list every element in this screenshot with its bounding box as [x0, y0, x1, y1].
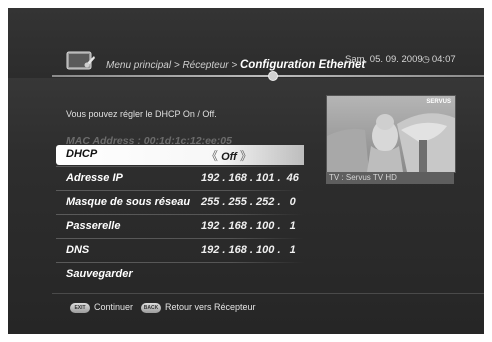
subnet-mask-label: Masque de sous réseau: [66, 196, 191, 208]
breadcrumb-parent: Récepteur: [182, 60, 229, 71]
row-divider: [56, 166, 304, 167]
footer-exit[interactable]: EXIT Continuer: [70, 300, 133, 314]
setting-row-subnet-mask[interactable]: Masque de sous réseau 255 . 255 . 252 . …: [56, 193, 304, 213]
save-button[interactable]: Sauvegarder: [56, 265, 304, 285]
breadcrumb-separator: >: [228, 60, 240, 71]
subnet-mask-value: 255 . 255 . 252 . 0: [201, 196, 296, 208]
time-value: 04:07: [431, 54, 456, 65]
breadcrumb-separator: >: [171, 60, 183, 71]
screen: Menu principal > Récepteur > Configurati…: [8, 8, 484, 334]
tv-settings-icon: [66, 51, 95, 70]
row-divider: [56, 262, 304, 263]
exit-key-icon: EXIT: [70, 302, 90, 313]
save-label: Sauvegarder: [66, 268, 133, 280]
chevron-right-icon[interactable]: 》: [240, 149, 252, 163]
back-label: Retour vers Récepteur: [165, 302, 256, 312]
setting-row-ip[interactable]: Adresse IP 192 . 168 . 101 . 46: [56, 169, 304, 189]
breadcrumb-root: Menu principal: [106, 60, 172, 71]
row-divider: [56, 238, 304, 239]
footer-divider: [52, 293, 484, 294]
dhcp-label: DHCP: [66, 148, 98, 160]
row-divider: [56, 214, 304, 215]
setting-row-dns[interactable]: DNS 192 . 168 . 100 . 1: [56, 241, 304, 261]
tv-preview: SERVUS: [326, 95, 456, 173]
setting-row-gateway[interactable]: Passerelle 192 . 168 . 100 . 1: [56, 217, 304, 237]
back-key-icon: BACK: [141, 302, 161, 313]
gateway-value: 192 . 168 . 100 . 1: [201, 220, 296, 232]
clock-display: ◷ 04:07: [422, 54, 456, 65]
ip-value: 192 . 168 . 101 . 46: [201, 172, 299, 184]
chevron-left-icon[interactable]: 《: [206, 149, 218, 163]
preview-caption: TV : Servus TV HD: [326, 172, 454, 184]
clock-icon: ◷: [422, 54, 430, 64]
help-text: Vous pouvez régler le DHCP On / Off.: [66, 109, 217, 119]
setting-row-dhcp[interactable]: DHCP 《 Off 》: [56, 145, 304, 165]
dhcp-selector[interactable]: 《 Off 》: [206, 147, 252, 164]
header-indicator-dot: [268, 71, 278, 81]
row-divider: [56, 190, 304, 191]
date-display: Sam, 05. 09. 2009: [345, 54, 423, 65]
preview-image: [327, 96, 455, 172]
channel-logo: SERVUS: [426, 99, 451, 105]
breadcrumb: Menu principal > Récepteur > Configurati…: [106, 59, 365, 71]
dns-value: 192 . 168 . 100 . 1: [201, 244, 296, 256]
footer-back[interactable]: BACK Retour vers Récepteur: [141, 300, 256, 314]
ip-label: Adresse IP: [66, 172, 123, 184]
dns-label: DNS: [66, 244, 90, 256]
exit-label: Continuer: [94, 302, 134, 312]
dhcp-value: Off: [221, 151, 237, 163]
gateway-label: Passerelle: [66, 220, 121, 232]
